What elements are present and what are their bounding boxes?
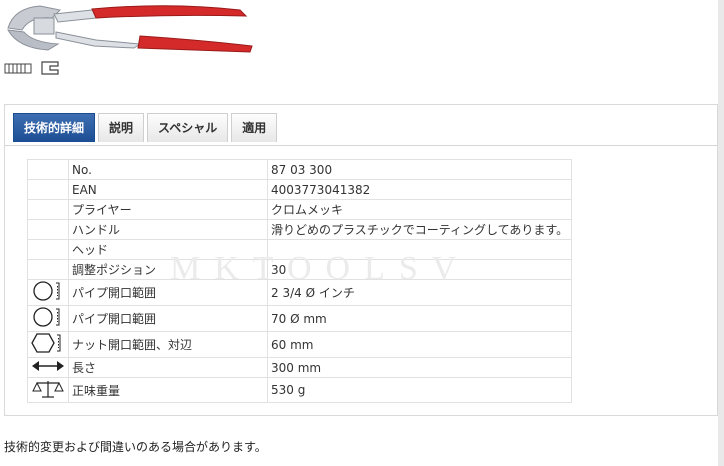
table-row: ヘッド	[27, 239, 573, 260]
table-row: 調整ポジション 30	[27, 259, 573, 280]
pliers-image	[7, 5, 253, 53]
spec-value: 2 3/4 Ø インチ	[266, 279, 573, 306]
table-row: No. 87 03 300	[27, 159, 573, 180]
spec-label: ヘッド	[68, 239, 268, 260]
spec-label: ナット開口範囲、対辺	[68, 331, 268, 358]
spec-table: No. 87 03 300 EAN 4003773041382 プライヤー クロ…	[27, 159, 573, 403]
spec-value: 300 mm	[266, 357, 573, 378]
round-pipe-icon	[33, 281, 60, 301]
tab-description[interactable]: 説明	[98, 113, 145, 142]
hex-nut-icon	[31, 333, 61, 353]
tab-special[interactable]: スペシャル	[147, 113, 229, 142]
table-row: パイプ開口範囲 2 3/4 Ø インチ	[27, 279, 573, 306]
spec-label: プライヤー	[68, 199, 268, 220]
spec-value: 60 mm	[266, 331, 573, 358]
spec-value: 87 03 300	[266, 159, 573, 180]
table-row: EAN 4003773041382	[27, 179, 573, 200]
scale-icon	[32, 380, 64, 398]
table-row: 正味重量 530 g	[27, 377, 573, 403]
tab-bar: 技術的詳細 説明 スペシャル 適用	[13, 113, 278, 142]
spec-label: ハンドル	[68, 219, 268, 240]
spec-label: EAN	[68, 179, 268, 200]
spec-label: 長さ	[68, 357, 268, 378]
spec-value: 30	[266, 259, 573, 280]
table-row: ナット開口範囲、対辺 60 mm	[27, 331, 573, 358]
detail-panel: 技術的詳細 説明 スペシャル 適用 No. 87 03 300 EAN 4003…	[4, 104, 718, 416]
tab-divider	[5, 145, 717, 146]
spec-value: 530 g	[266, 377, 573, 403]
spec-value: 4003773041382	[266, 179, 573, 200]
jaw-profile-icon	[41, 61, 59, 75]
ribbed-handle-icon	[4, 63, 32, 74]
spec-label: パイプ開口範囲	[68, 279, 268, 306]
table-row: 長さ 300 mm	[27, 357, 573, 378]
spec-value: クロムメッキ	[266, 199, 573, 220]
tab-technical-details[interactable]: 技術的詳細	[13, 113, 96, 142]
disclaimer-note: 技術的変更および間違いのある場合があります。	[4, 440, 267, 454]
tab-application[interactable]: 適用	[231, 113, 278, 142]
length-arrow-icon	[32, 361, 64, 371]
spec-label: No.	[68, 159, 268, 180]
spec-label: 正味重量	[68, 377, 268, 403]
scrollbar[interactable]	[718, 0, 724, 466]
spec-label: パイプ開口範囲	[68, 305, 268, 332]
table-row: プライヤー クロムメッキ	[27, 199, 573, 220]
round-pipe-icon	[33, 307, 60, 327]
product-image-area	[0, 0, 724, 100]
spec-label: 調整ポジション	[68, 259, 268, 280]
spec-value	[266, 239, 573, 260]
spec-value: 滑りどめのプラスチックでコーティングしてあります。	[266, 219, 573, 240]
table-row: ハンドル 滑りどめのプラスチックでコーティングしてあります。	[27, 219, 573, 240]
table-row: パイプ開口範囲 70 Ø mm	[27, 305, 573, 332]
spec-value: 70 Ø mm	[266, 305, 573, 332]
